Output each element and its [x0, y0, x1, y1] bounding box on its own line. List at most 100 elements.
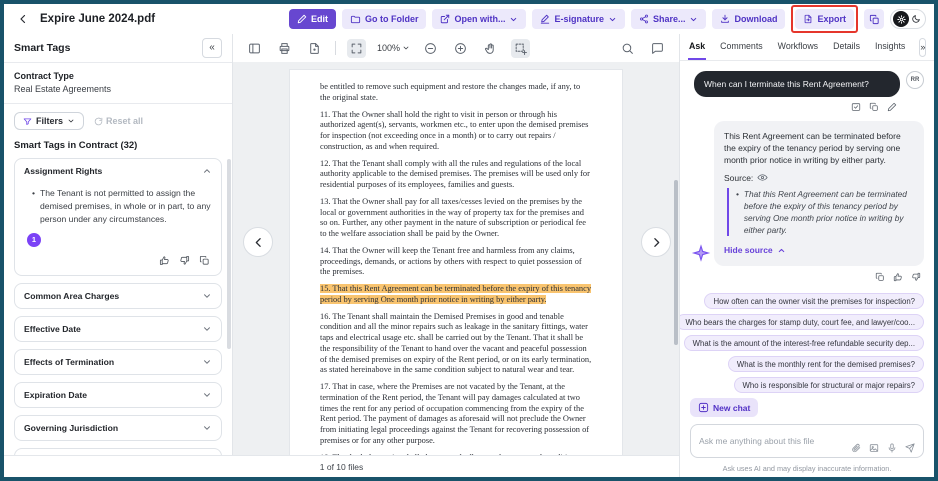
new-chat-button[interactable]: New chat: [690, 398, 758, 417]
panel-tab[interactable]: Comments: [719, 34, 764, 60]
search-button[interactable]: [618, 39, 637, 58]
document-title: Expire June 2024.pdf: [40, 13, 155, 25]
sidebar-collapse-button[interactable]: «: [202, 38, 222, 58]
tag-card-header[interactable]: Governing Jurisdiction: [15, 416, 221, 440]
pdf-page: be entitled to remove such equipment and…: [290, 70, 622, 455]
panel-tab[interactable]: Details: [832, 34, 861, 60]
zoom-level-dropdown[interactable]: 100%: [377, 43, 410, 53]
thumbs-up-icon[interactable]: [893, 272, 903, 282]
send-icon[interactable]: [905, 443, 915, 453]
document-paragraph: 12. That the Tenant shall comply with al…: [320, 159, 592, 191]
microphone-icon[interactable]: [887, 443, 897, 453]
reset-all-button[interactable]: Reset all: [94, 116, 143, 126]
file-status-bar: 1 of 10 files: [4, 455, 679, 477]
tag-title: Effective Date: [24, 324, 81, 334]
tag-occurrence-badge[interactable]: 1: [27, 233, 41, 247]
suggested-question-pill[interactable]: How often can the owner visit the premis…: [704, 293, 924, 309]
chevron-down-icon: [202, 291, 212, 301]
tag-title: Governing Jurisdiction: [24, 423, 118, 433]
pdf-toolbar: 100%: [233, 34, 679, 62]
filters-button[interactable]: Filters: [14, 112, 84, 130]
contract-type-block: Contract Type Real Estate Agreements: [4, 63, 232, 104]
eye-icon[interactable]: [757, 172, 768, 183]
panel-expand-button[interactable]: »: [919, 38, 926, 57]
next-file-button[interactable]: [641, 227, 671, 257]
document-scrollbar[interactable]: [674, 180, 678, 345]
copy-icon[interactable]: [875, 272, 885, 282]
question-row: When can I terminate this Rent Agreement…: [690, 71, 924, 97]
tag-card-body: • The Tenant is not permitted to assign …: [15, 183, 221, 275]
tag-card-header[interactable]: Expiration Date: [15, 383, 221, 407]
thumbs-up-icon[interactable]: [159, 255, 170, 266]
top-bar-left: Expire June 2024.pdf: [14, 10, 155, 28]
open-with-button[interactable]: Open with...: [432, 9, 526, 29]
sparkle-icon: [691, 243, 711, 263]
pan-hand-button[interactable]: [481, 39, 500, 58]
sidebar-scrollbar[interactable]: [227, 159, 231, 349]
panel-tab[interactable]: Workflows: [777, 34, 819, 60]
tag-card-header[interactable]: Indemnity: [15, 449, 221, 455]
zoom-out-button[interactable]: [421, 39, 440, 58]
select-region-button[interactable]: [511, 39, 530, 58]
tag-card-header[interactable]: Common Area Charges: [15, 284, 221, 308]
suggested-question-pill[interactable]: Who is responsible for structural or maj…: [734, 377, 924, 393]
tag-card: Effective Date: [14, 316, 222, 342]
ai-answer-bubble: This Rent Agreement can be terminated be…: [714, 121, 924, 266]
pencil-icon: [297, 14, 307, 24]
download-button[interactable]: Download: [712, 9, 785, 29]
chevron-down-icon: [202, 357, 212, 367]
answer-actions: [690, 272, 921, 282]
theme-toggle[interactable]: [890, 9, 926, 29]
chevron-down-icon: [509, 15, 518, 24]
edit-button[interactable]: Edit: [289, 9, 336, 29]
thumbnails-panel-button[interactable]: [245, 39, 264, 58]
panel-tab[interactable]: Insights: [874, 34, 906, 60]
tag-card-assignment-rights: Assignment Rights • The Tenant is not pe…: [14, 158, 222, 276]
document-paragraph: be entitled to remove such equipment and…: [320, 82, 592, 104]
image-icon[interactable]: [869, 443, 879, 453]
chevron-up-icon: [777, 246, 786, 255]
suggested-question-pill[interactable]: Who bears the charges for stamp duty, co…: [680, 314, 924, 330]
chevron-left-icon: [17, 13, 29, 25]
chevron-down-icon: [67, 117, 75, 125]
app-frame: Expire June 2024.pdf Edit Go to Folder O…: [0, 0, 938, 481]
tag-card-header[interactable]: Effective Date: [15, 317, 221, 341]
suggested-question-pill[interactable]: What is the monthly rent for the demised…: [728, 356, 924, 372]
reset-icon: [94, 117, 103, 126]
suggested-question-pill[interactable]: What is the amount of the interest-free …: [684, 335, 924, 351]
document-paragraph: 13. That the Owner shall pay for all tax…: [320, 197, 592, 240]
fit-to-screen-button[interactable]: [347, 39, 366, 58]
tag-card-header[interactable]: Assignment Rights: [15, 159, 221, 183]
comment-button[interactable]: [648, 39, 667, 58]
question-actions: [690, 102, 897, 112]
e-signature-button[interactable]: E-signature: [532, 9, 625, 29]
copy-icon[interactable]: [869, 102, 879, 112]
zoom-in-button[interactable]: [451, 39, 470, 58]
file-count-status: 1 of 10 files: [320, 462, 363, 472]
attach-icon[interactable]: [851, 443, 861, 453]
toolbar-divider: [335, 41, 336, 55]
signature-icon: [540, 14, 550, 24]
chevron-right-icon: [650, 236, 663, 249]
tag-bullet: • The Tenant is not permitted to assign …: [24, 185, 212, 226]
back-button[interactable]: [14, 10, 32, 28]
go-to-folder-button[interactable]: Go to Folder: [342, 9, 427, 29]
collapsed-tag-cards: Common Area Charges Effective Date: [14, 283, 222, 455]
tag-card-header[interactable]: Effects of Termination: [15, 350, 221, 374]
hide-source-link[interactable]: Hide source: [724, 245, 786, 255]
snippet-icon[interactable]: [851, 102, 861, 112]
tag-title: Expiration Date: [24, 390, 87, 400]
print-button[interactable]: [275, 39, 294, 58]
previous-file-button[interactable]: [243, 227, 273, 257]
export-button[interactable]: Export: [795, 9, 854, 29]
thumbs-down-icon[interactable]: [179, 255, 190, 266]
plus-box-icon: [698, 402, 709, 413]
panel-tab[interactable]: Ask: [688, 34, 706, 60]
thumbs-down-icon[interactable]: [911, 272, 921, 282]
document-info-button[interactable]: [305, 39, 324, 58]
edit-question-icon[interactable]: [887, 102, 897, 112]
share-button[interactable]: Share...: [631, 9, 707, 29]
copy-pages-button[interactable]: [864, 9, 884, 29]
copy-icon[interactable]: [199, 255, 210, 266]
chat-area: When can I terminate this Rent Agreement…: [680, 61, 934, 477]
